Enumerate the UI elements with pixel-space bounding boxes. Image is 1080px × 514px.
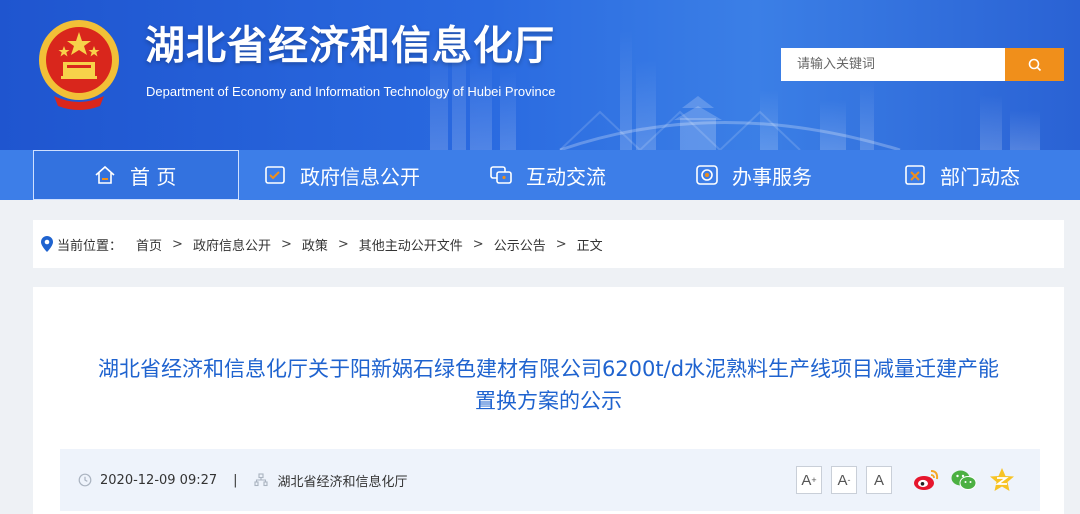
organization-icon bbox=[253, 473, 268, 487]
news-icon bbox=[902, 163, 928, 187]
font-button-label: A bbox=[873, 471, 884, 489]
share-qzone-button[interactable] bbox=[988, 466, 1016, 494]
breadcrumb-separator: > bbox=[555, 236, 567, 252]
publish-source: 湖北省经济和信息化厅 bbox=[253, 471, 408, 490]
article-title: 湖北省经济和信息化厅关于阳新娲石绿色建材有限公司6200t/d水泥熟料生产线项目… bbox=[63, 353, 1034, 417]
article-meta-bar: 2020-12-09 09:27 | 湖北省经济和信息化厅 A + A- A bbox=[60, 449, 1040, 511]
share-weibo-button[interactable] bbox=[912, 466, 940, 494]
national-emblem-icon bbox=[39, 20, 119, 110]
font-button-label: A bbox=[837, 471, 848, 489]
font-size-decrease-button[interactable]: A- bbox=[831, 466, 857, 494]
publish-date-text: 2020-12-09 09:27 bbox=[100, 472, 218, 488]
share-wechat-button[interactable] bbox=[950, 466, 978, 494]
nav-label: 部门动态 bbox=[940, 164, 1020, 189]
nav-item-home[interactable]: 首 页 bbox=[33, 150, 239, 200]
breadcrumb-link-policy[interactable]: 政策 bbox=[302, 235, 328, 254]
breadcrumb-separator: > bbox=[337, 236, 349, 252]
site-header: 湖北省经济和信息化厅 Department of Economy and Inf… bbox=[0, 0, 1080, 150]
location-pin-icon bbox=[41, 236, 53, 252]
breadcrumb-link-home[interactable]: 首页 bbox=[136, 235, 162, 254]
clock-icon bbox=[78, 473, 92, 487]
nav-item-interaction[interactable]: 互动交流 bbox=[488, 150, 606, 200]
chat-icon bbox=[488, 163, 514, 187]
article-panel: 湖北省经济和信息化厅关于阳新娲石绿色建材有限公司6200t/d水泥熟料生产线项目… bbox=[33, 287, 1064, 514]
breadcrumb-link-gov-info[interactable]: 政府信息公开 bbox=[193, 235, 271, 254]
weibo-icon bbox=[914, 470, 939, 490]
search-input[interactable] bbox=[781, 48, 1005, 81]
breadcrumb-separator: > bbox=[472, 236, 484, 252]
breadcrumb-link-notices[interactable]: 公示公告 bbox=[494, 235, 546, 254]
search-button[interactable] bbox=[1005, 48, 1064, 81]
article-title-line: 置换方案的公示 bbox=[475, 389, 622, 413]
breadcrumb-label: 当前位置： bbox=[57, 238, 123, 254]
home-icon bbox=[92, 163, 118, 187]
wechat-icon bbox=[951, 470, 977, 490]
breadcrumb-link-other-files[interactable]: 其他主动公开文件 bbox=[359, 235, 463, 254]
search-icon bbox=[1028, 58, 1041, 71]
breadcrumb-current: 正文 bbox=[576, 238, 603, 254]
font-button-label: A bbox=[801, 471, 812, 489]
article-title-line: 湖北省经济和信息化厅关于阳新娲石绿色建材有限公司6200t/d水泥熟料生产线项目… bbox=[97, 357, 1000, 381]
nav-label: 政府信息公开 bbox=[300, 164, 420, 189]
nav-item-news[interactable]: 部门动态 bbox=[902, 150, 1020, 200]
site-subtitle: Department of Economy and Information Te… bbox=[146, 84, 556, 99]
meta-divider: | bbox=[233, 472, 238, 488]
main-nav: 首 页 政府信息公开 互动交流 办事服务 部门动态 bbox=[0, 150, 1080, 200]
breadcrumb: 当前位置： 首页 > 政府信息公开 > 政策 > 其他主动公开文件 > 公示公告… bbox=[33, 220, 1064, 268]
font-size-reset-button[interactable]: A bbox=[866, 466, 892, 494]
font-button-mark: + bbox=[811, 475, 817, 485]
document-icon bbox=[262, 163, 288, 187]
nav-label: 互动交流 bbox=[526, 164, 606, 189]
nav-item-gov-info[interactable]: 政府信息公开 bbox=[262, 150, 420, 200]
nav-label: 办事服务 bbox=[732, 164, 812, 189]
nav-label: 首 页 bbox=[130, 164, 177, 189]
publish-source-text: 湖北省经济和信息化厅 bbox=[277, 474, 408, 490]
qzone-icon bbox=[990, 468, 1014, 491]
publish-date: 2020-12-09 09:27 bbox=[78, 473, 217, 488]
breadcrumb-separator: > bbox=[280, 236, 292, 252]
font-button-mark: - bbox=[847, 475, 851, 485]
site-title: 湖北省经济和信息化厅 bbox=[145, 23, 555, 69]
breadcrumb-separator: > bbox=[172, 236, 183, 252]
nav-item-services[interactable]: 办事服务 bbox=[694, 150, 812, 200]
service-icon bbox=[694, 163, 720, 187]
font-size-increase-button[interactable]: A + bbox=[796, 466, 822, 494]
